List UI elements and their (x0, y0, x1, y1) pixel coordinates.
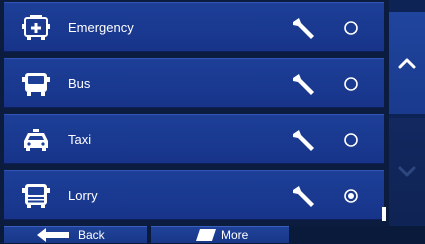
wrench-icon[interactable] (290, 184, 316, 208)
list-item-label: Taxi (68, 132, 92, 147)
chevron-up-icon (398, 58, 416, 69)
emergency-vehicle-icon (22, 15, 50, 40)
bus-icon (22, 73, 50, 96)
wrench-icon[interactable] (290, 72, 316, 96)
radio-button[interactable] (343, 132, 359, 148)
list-item-taxi[interactable]: Taxi (4, 114, 384, 164)
list-item-label: Lorry (68, 188, 98, 203)
scroll-up-button[interactable] (389, 12, 425, 114)
lorry-icon (22, 184, 50, 208)
back-button[interactable]: Back (4, 226, 147, 243)
wrench-icon[interactable] (290, 128, 316, 152)
scroll-down-button[interactable] (389, 118, 425, 226)
arrow-left-icon (37, 228, 69, 242)
back-button-label: Back (78, 228, 105, 242)
scroll-position-indicator (382, 207, 386, 221)
chevron-down-icon (398, 166, 416, 177)
list-item-lorry[interactable]: Lorry (4, 170, 384, 220)
list-item-emergency[interactable]: Emergency (4, 2, 384, 52)
list-item-label: Bus (68, 76, 91, 91)
more-button-label: More (221, 228, 249, 242)
taxi-icon (24, 129, 48, 151)
radio-button-selected[interactable] (343, 188, 359, 204)
list-item-bus[interactable]: Bus (4, 58, 384, 108)
wrench-icon[interactable] (290, 16, 316, 40)
vehicle-list: Emergency Bus Taxi Lorry (0, 0, 389, 226)
radio-button[interactable] (343, 76, 359, 92)
radio-button[interactable] (343, 20, 359, 36)
list-item-label: Emergency (68, 20, 134, 35)
more-button[interactable]: More (151, 226, 289, 243)
more-icon (196, 229, 216, 241)
